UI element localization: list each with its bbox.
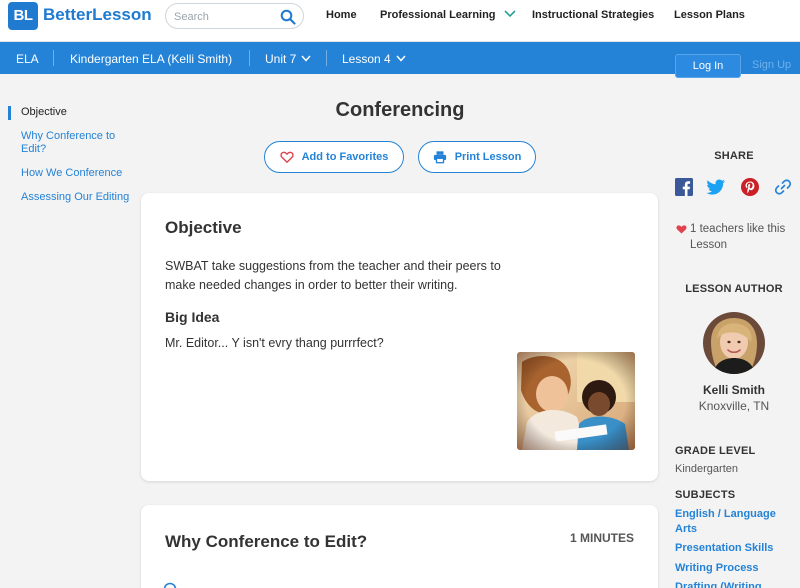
print-lesson-label: Print Lesson: [454, 151, 522, 163]
breadcrumb-course-label: Kindergarten ELA (Kelli Smith): [70, 52, 233, 66]
likes-text: 1 teachers like this Lesson: [690, 223, 786, 251]
add-to-favorites-label: Add to Favorites: [301, 151, 389, 163]
share-icon-row: [674, 177, 794, 197]
chevron-down-icon: [503, 10, 516, 18]
search-input[interactable]: [174, 8, 279, 25]
objective-heading: Objective: [165, 218, 242, 237]
breadcrumb-lesson[interactable]: Lesson 4: [342, 52, 406, 66]
section-minutes: 1 MINUTES: [569, 531, 634, 545]
logo-text[interactable]: BetterLesson: [43, 5, 152, 25]
login-button[interactable]: Log In: [675, 54, 741, 78]
breadcrumb-unit-label: Unit 7: [265, 52, 297, 66]
sidenav-item-assessing[interactable]: Assessing Our Editing: [21, 191, 131, 204]
search-box[interactable]: [165, 3, 304, 29]
page-title: Conferencing: [335, 99, 465, 121]
printer-icon: [433, 151, 446, 164]
link-icon[interactable]: [773, 177, 793, 197]
heart-outline-icon: [279, 151, 294, 163]
subject-link[interactable]: Presentation Skills: [675, 541, 795, 556]
author-location: Knoxville, TN: [698, 399, 770, 413]
search-icon[interactable]: [280, 9, 296, 25]
logo-mark[interactable]: BL: [8, 2, 38, 30]
objective-card: Objective SWBAT take suggestions from th…: [141, 193, 658, 481]
section-card-why-conference: Why Conference to Edit? 1 MINUTES: [141, 505, 658, 588]
top-header: BL BetterLesson Home Professional Learni…: [0, 0, 800, 42]
chevron-down-icon: [301, 55, 311, 62]
twitter-icon[interactable]: [706, 177, 726, 197]
avatar[interactable]: [703, 312, 765, 374]
breadcrumb-ela-label: ELA: [16, 52, 39, 66]
breadcrumb-unit[interactable]: Unit 7: [265, 52, 311, 66]
print-lesson-button[interactable]: Print Lesson: [418, 141, 536, 173]
lesson-thumbnail-image[interactable]: [517, 352, 635, 450]
subject-link[interactable]: English / Language Arts: [675, 507, 795, 537]
heart-icon: [676, 225, 687, 234]
nav-home[interactable]: Home: [326, 9, 357, 21]
resource-circle-icon: [163, 582, 177, 588]
nav-home-label: Home: [326, 9, 357, 21]
grade-level-heading: GRADE LEVEL: [675, 445, 756, 457]
likes-count: 1 teachers like this Lesson: [676, 221, 796, 253]
big-idea-text: Mr. Editor... Y isn't evry thang purrrfe…: [165, 336, 384, 350]
nav-instructional-strategies-label: Instructional Strategies: [532, 9, 655, 21]
subject-link[interactable]: Writing Process: [675, 561, 795, 576]
add-to-favorites-button[interactable]: Add to Favorites: [264, 141, 404, 173]
subject-link[interactable]: Drafting (Writing: [675, 580, 795, 588]
breadcrumb-divider: [249, 50, 250, 66]
nav-lesson-plans-label: Lesson Plans: [674, 9, 745, 21]
nav-instructional-strategies[interactable]: Instructional Strategies: [532, 9, 654, 21]
breadcrumb-divider: [53, 50, 54, 66]
grade-level-value: Kindergarten: [675, 463, 738, 475]
breadcrumb-course[interactable]: Kindergarten ELA (Kelli Smith): [70, 52, 232, 66]
nav-lesson-plans[interactable]: Lesson Plans: [674, 9, 745, 21]
lesson-author-heading: LESSON AUTHOR: [685, 283, 783, 295]
author-name[interactable]: Kelli Smith: [674, 383, 794, 397]
objective-text: SWBAT take suggestions from the teacher …: [165, 259, 501, 292]
sidenav-item-why-conference[interactable]: Why Conference to Edit?: [21, 130, 131, 156]
breadcrumb-divider: [326, 50, 327, 66]
sidenav-item-how-we-conference[interactable]: How We Conference: [21, 167, 131, 180]
facebook-icon[interactable]: [674, 177, 694, 197]
chevron-down-icon: [396, 55, 406, 62]
share-heading: SHARE: [714, 150, 754, 162]
section-heading: Why Conference to Edit?: [165, 532, 368, 551]
nav-professional-learning-label: Professional Learning: [380, 9, 496, 21]
big-idea-heading: Big Idea: [165, 309, 220, 325]
subjects-heading: SUBJECTS: [675, 489, 736, 501]
breadcrumb-ela[interactable]: ELA: [16, 52, 39, 66]
nav-professional-learning[interactable]: Professional Learning: [380, 9, 516, 21]
breadcrumb-lesson-label: Lesson 4: [342, 52, 391, 66]
signup-link[interactable]: Sign Up: [752, 59, 791, 71]
pinterest-icon[interactable]: [740, 177, 760, 197]
